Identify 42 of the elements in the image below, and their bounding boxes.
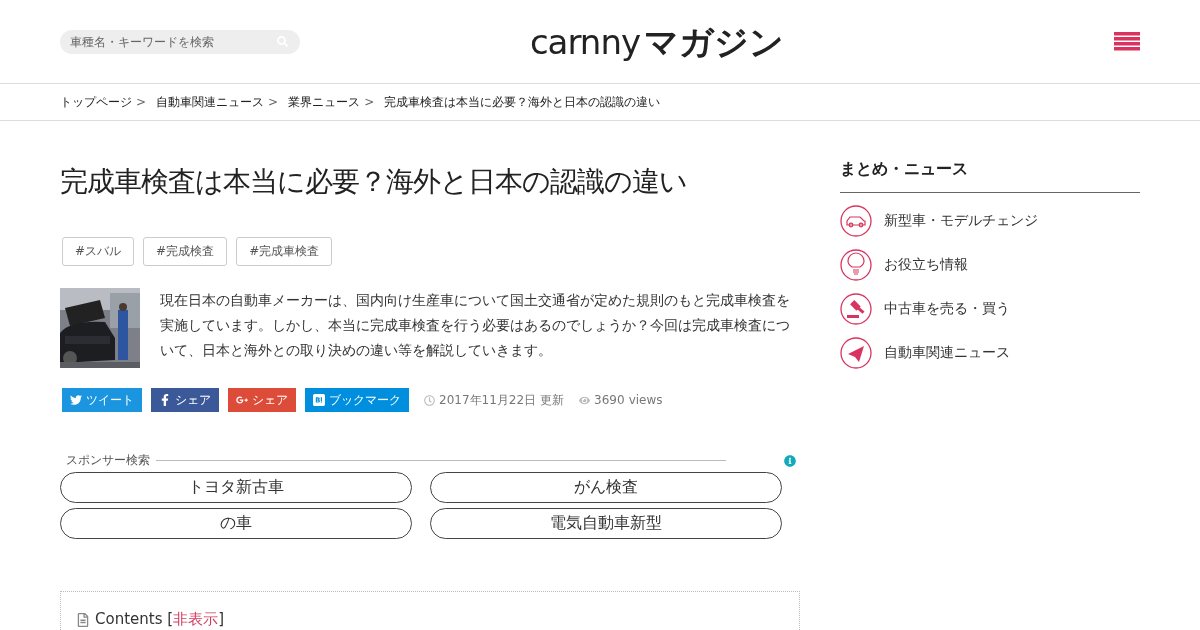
breadcrumb-separator: > <box>136 95 147 109</box>
share-button[interactable]: ブックマーク <box>305 388 409 412</box>
sponsor-label: スポンサー検索 <box>66 452 150 469</box>
gavel-icon <box>840 293 872 325</box>
category-link[interactable]: 中古車を売る・買う <box>840 293 1140 325</box>
tag-link[interactable]: #完成検査 <box>143 237 228 266</box>
paper-plane-icon <box>840 337 872 369</box>
bookmark-icon <box>313 394 325 406</box>
clock-icon <box>424 394 435 406</box>
updated-label: 更新 <box>540 391 565 409</box>
sidebar-heading: まとめ・ニュース <box>840 159 1140 193</box>
hide-link[interactable]: 非表示 <box>173 610 219 628</box>
info-icon[interactable] <box>784 454 796 467</box>
site-logo[interactable]: carnnyマガジン <box>529 24 785 59</box>
breadcrumb-link[interactable]: トップページ <box>60 93 132 111</box>
view-count: 3690 <box>594 393 625 407</box>
menu-icon[interactable] <box>1114 30 1140 53</box>
share-button[interactable]: シェア <box>228 388 296 412</box>
breadcrumb-link[interactable]: 業界ニュース <box>288 93 361 111</box>
tag-link[interactable]: #スバル <box>62 237 135 266</box>
search-field[interactable]: 車種名・キーワードを検索 <box>60 29 300 54</box>
document-icon <box>76 612 90 627</box>
contents-title: Contents [非表示] <box>95 610 224 629</box>
category-link[interactable]: 自動車関連ニュース <box>840 337 1140 369</box>
category-link[interactable]: お役立ち情報 <box>840 249 1140 281</box>
facebook-icon <box>159 394 171 406</box>
post-date: 2017年11月22日 <box>439 391 537 409</box>
views-label: views <box>628 393 663 407</box>
article-lead: 現在日本の自動車メーカーは、国内向け生産車について国土交通省が定めた規則のもと完成車検査を実施しています。しかし、本当に完成車検査を行う必要はあるのでしょうか？今回は完成車検査について、日本と海外との取り決めの違い等を解説していきます。 <box>160 291 791 360</box>
share-button[interactable]: シェア <box>151 388 219 412</box>
article-title: 完成車検査は本当に必要？海外と日本の認識の違い <box>60 164 688 200</box>
eye-icon <box>579 394 591 406</box>
breadcrumb-current-page: 完成車検査は本当に必要？海外と日本の認識の違い <box>384 93 661 111</box>
breadcrumb-separator: > <box>364 95 375 109</box>
google-plus-icon <box>236 394 248 406</box>
category-link[interactable]: 新型車・モデルチェンジ <box>840 205 1140 237</box>
bird-icon <box>70 394 82 406</box>
car-icon <box>840 205 872 237</box>
breadcrumb-link[interactable]: 自動車関連ニュース <box>156 93 265 111</box>
lightbulb-icon <box>840 249 872 281</box>
tag-link[interactable]: #完成車検査 <box>236 237 333 266</box>
breadcrumb-separator: > <box>268 95 279 109</box>
